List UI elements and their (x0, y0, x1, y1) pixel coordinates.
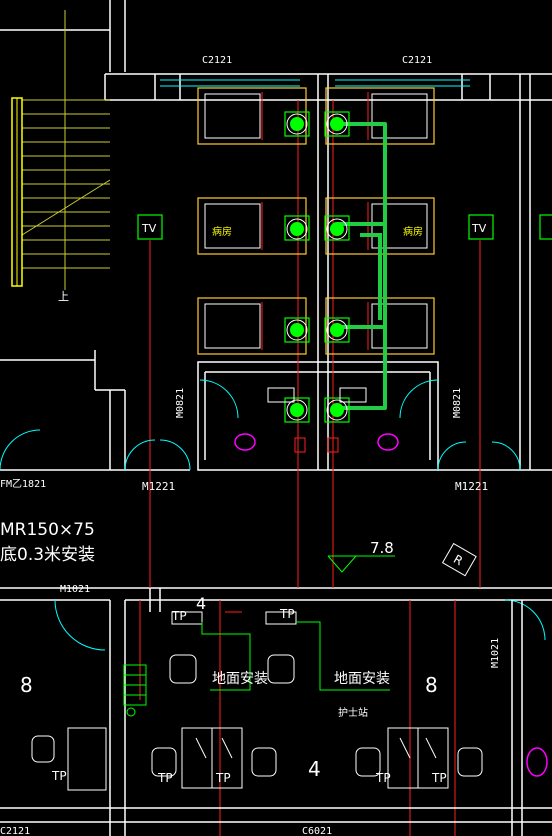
door-label-m1221-left: M1221 (142, 480, 175, 493)
tp-upper-2: TP (279, 607, 295, 621)
tv-box-right: TV (468, 214, 494, 240)
ward-label-left: 病房 (212, 225, 232, 238)
window-label-bottom-left: C2121 (0, 826, 30, 836)
floor-install-left: 地面安装 (212, 671, 268, 687)
nurse-station-label: 护士站 (338, 706, 368, 719)
tp-lower-1: TP (157, 771, 173, 785)
door-label-m0821-left: M0821 (175, 388, 186, 418)
stair-up-label: 上 (58, 290, 69, 303)
beds-left (197, 87, 307, 355)
door-label-m0821-right: M0821 (452, 388, 463, 418)
door-label-m1021-right: M1021 (490, 638, 501, 668)
tp-lower-3: TP (375, 771, 391, 785)
floor-install-right: 地面安装 (334, 671, 390, 687)
door-label-m1021-left: M1021 (60, 584, 90, 595)
floor-plan-drawing: 上 C2121 C2121 病房 病房 TV TV M0821 M0821 M1… (0, 0, 552, 836)
door-label-m1221-right: M1221 (455, 480, 488, 493)
window-label-c2121-left: C2121 (202, 55, 232, 66)
equipment-panel (123, 664, 147, 717)
green-pipe-route (336, 122, 387, 410)
spec-note-line2: 底0.3米安装 (0, 545, 95, 565)
window-label-bottom-mid: C6021 (302, 826, 332, 836)
bathroom-fixtures (234, 387, 399, 453)
door-arcs (0, 379, 546, 651)
number-4-top: 4 (196, 594, 206, 613)
r-tag-label: R (451, 552, 465, 568)
tp-upper-1: TP (171, 609, 187, 623)
walls-upper (0, 0, 552, 601)
gas-outlet-rings (286, 113, 348, 421)
ward-label-right: 病房 (403, 225, 423, 238)
magenta-fixture (526, 747, 548, 777)
walls-lower (0, 588, 552, 836)
window-ticks-top (160, 79, 470, 87)
spec-note-line1: MR150×75 (0, 520, 95, 540)
grid-lines-red (139, 100, 481, 836)
tp-lower-2: TP (215, 771, 231, 785)
window-label-c2121-right: C2121 (402, 55, 432, 66)
tv-label-left: TV (141, 222, 157, 235)
tv-label-right: TV (471, 222, 487, 235)
number-4-bottom: 4 (308, 757, 321, 781)
door-label-fm: FM乙1821 (0, 478, 46, 490)
tv-box-left: TV (137, 214, 163, 240)
number-8-left: 8 (20, 673, 33, 697)
cad-floor-plan: 上 C2121 C2121 病房 病房 TV TV M0821 M0821 M1… (0, 0, 552, 836)
elevation-value: 7.8 (370, 539, 394, 557)
r-tag: R (441, 542, 477, 577)
tp-left: TP (51, 769, 67, 783)
number-8-right: 8 (425, 673, 438, 697)
tp-lower-4: TP (431, 771, 447, 785)
gas-outlets (284, 111, 350, 423)
elevation-marker: 7.8 (327, 539, 395, 573)
stair (21, 10, 111, 290)
